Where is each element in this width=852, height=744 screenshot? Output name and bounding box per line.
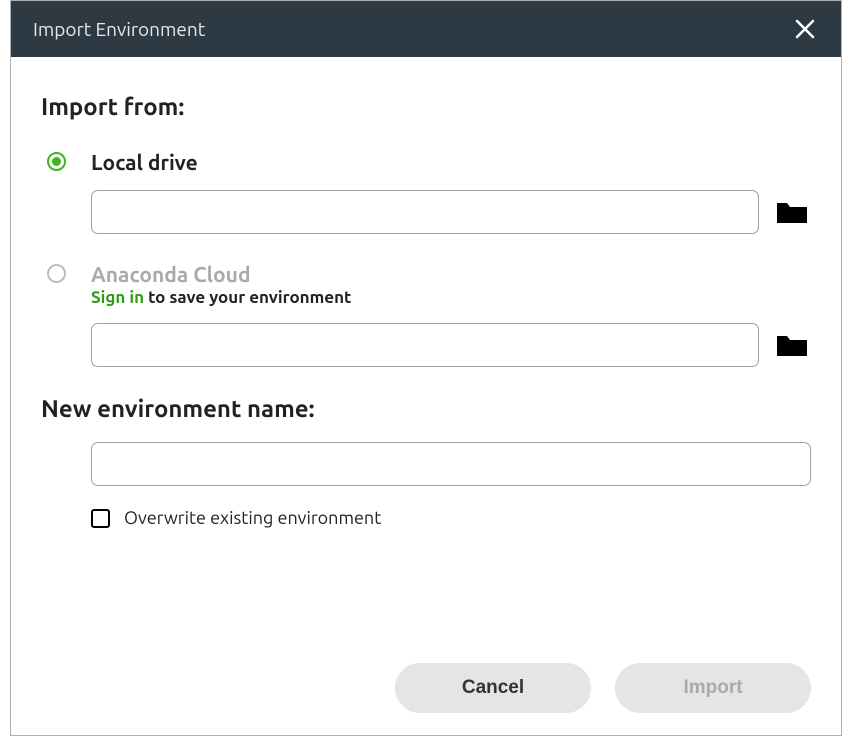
dialog-title: Import Environment <box>33 18 205 40</box>
local-drive-input-row <box>91 190 811 234</box>
browse-cloud-button[interactable] <box>773 330 811 360</box>
cancel-button[interactable]: Cancel <box>395 663 591 713</box>
sign-in-link[interactable]: Sign in <box>91 288 144 307</box>
radio-local-drive[interactable] <box>47 152 66 171</box>
overwrite-checkbox[interactable] <box>91 509 110 528</box>
close-icon <box>795 19 815 39</box>
cloud-input-row <box>91 323 811 367</box>
cloud-path-input[interactable] <box>91 323 759 367</box>
local-drive-label: Local drive <box>91 150 811 174</box>
option-local-drive: Local drive <box>41 150 811 234</box>
import-from-heading: Import from: <box>41 93 811 120</box>
local-drive-path-input[interactable] <box>91 190 759 234</box>
overwrite-label: Overwrite existing environment <box>124 508 381 528</box>
folder-icon <box>775 332 809 358</box>
dialog-content: Import from: Local drive Anaconda Cloud … <box>11 57 841 735</box>
cloud-helper-rest: to save your environment <box>144 288 351 307</box>
new-env-name-heading: New environment name: <box>41 395 811 422</box>
close-button[interactable] <box>789 13 821 45</box>
overwrite-row: Overwrite existing environment <box>41 508 811 528</box>
browse-local-button[interactable] <box>773 197 811 227</box>
new-env-name-section: New environment name: Overwrite existing… <box>41 395 811 528</box>
import-button[interactable]: Import <box>615 663 811 713</box>
folder-icon <box>775 199 809 225</box>
env-name-input[interactable] <box>91 442 811 486</box>
option-anaconda-cloud: Anaconda Cloud Sign in to save your envi… <box>41 262 811 367</box>
titlebar: Import Environment <box>11 1 841 57</box>
dialog-button-row: Cancel Import <box>395 663 811 713</box>
anaconda-cloud-label: Anaconda Cloud <box>91 262 811 286</box>
cloud-helper-line: Sign in to save your environment <box>91 288 811 307</box>
import-environment-dialog: Import Environment Import from: Local dr… <box>10 0 842 736</box>
env-name-input-row <box>41 442 811 486</box>
radio-anaconda-cloud[interactable] <box>47 264 66 283</box>
